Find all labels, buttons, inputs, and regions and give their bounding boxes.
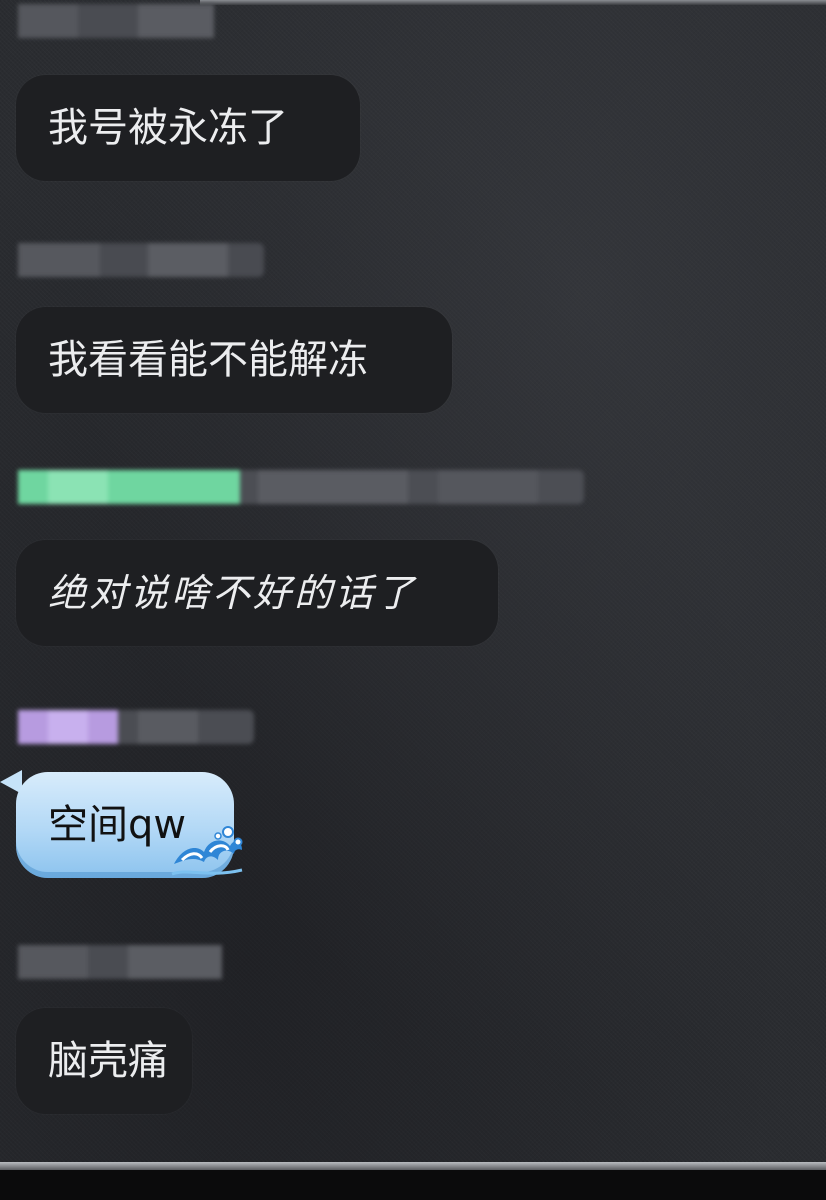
bottom-bar [0,1170,826,1200]
message-text: 空间qw [48,802,187,848]
screen-top-edge [200,0,826,5]
message-bubble[interactable]: 我看看能不能解冻 [16,307,452,413]
message-text: 绝对说啥不好的话了 [48,571,418,615]
sender-name-redacted [18,710,254,744]
message-bubble[interactable]: 脑壳痛 [16,1008,192,1114]
message-text: 脑壳痛 [48,1038,168,1084]
screen-bottom-edge [0,1162,826,1170]
message-bubble[interactable]: 我号被永冻了 [16,75,360,181]
message-text: 我号被永冻了 [48,105,288,151]
wave-icon [171,826,243,876]
message-bubble[interactable]: 绝对说啥不好的话了 [16,540,498,646]
sender-name-redacted [18,945,222,979]
chat-message-list[interactable]: 我号被永冻了 我看看能不能解冻 绝对说啥不好的话了 空间qw 脑壳痛 [0,0,826,1165]
message-text: 我看看能不能解冻 [48,337,368,383]
sender-name-redacted [18,470,584,504]
sender-name-redacted [18,4,214,38]
sender-name-redacted [18,243,264,277]
